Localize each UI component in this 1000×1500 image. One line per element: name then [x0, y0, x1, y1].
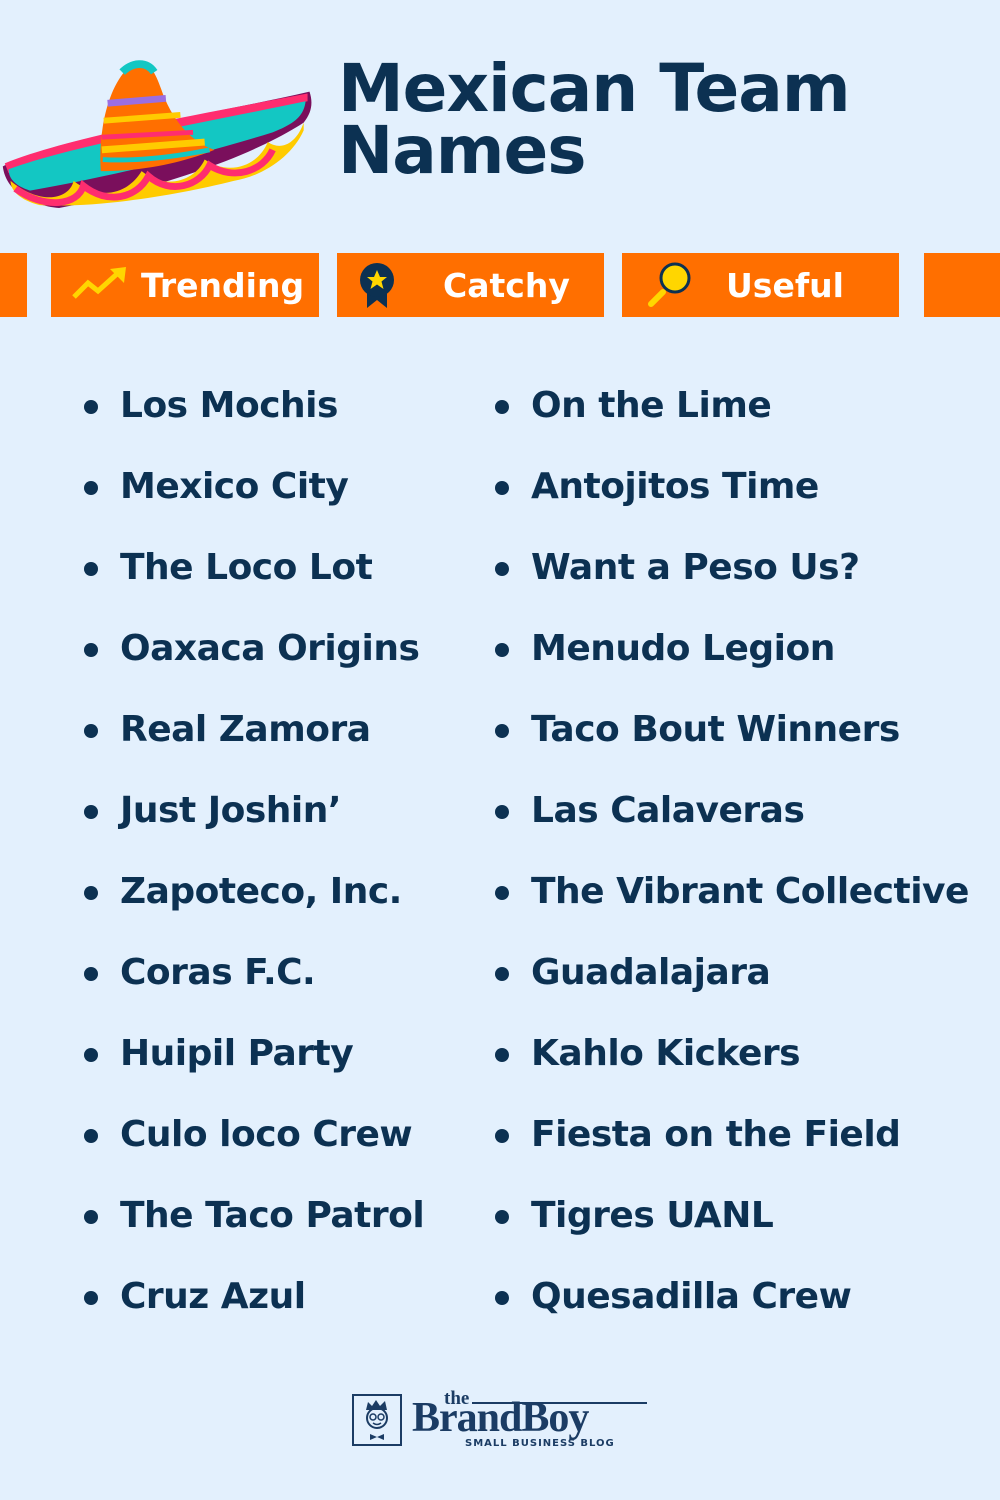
team-name: Real Zamora: [120, 709, 371, 750]
tag-catchy[interactable]: Catchy: [337, 253, 604, 317]
team-name: Los Mochis: [120, 385, 338, 426]
team-name: Guadalajara: [531, 952, 771, 993]
list-item: Los Mochis: [84, 380, 424, 461]
team-name: Kahlo Kickers: [531, 1033, 801, 1074]
list-item: Culo loco Crew: [84, 1109, 424, 1190]
tag-label: Useful: [726, 265, 844, 305]
list-item: The Vibrant Collective: [495, 866, 969, 947]
list-item: Menudo Legion: [495, 623, 969, 704]
list-item: Guadalajara: [495, 947, 969, 1028]
bullet: [84, 643, 98, 657]
list-item: Want a Peso Us?: [495, 542, 969, 623]
bullet: [84, 1129, 98, 1143]
team-name: Huipil Party: [120, 1033, 354, 1074]
bullet: [84, 562, 98, 576]
list-item: The Loco Lot: [84, 542, 424, 623]
bullet: [84, 805, 98, 819]
team-name: Culo loco Crew: [120, 1114, 413, 1155]
logo-tagline: SMALL BUSINESS BLOG: [465, 1438, 615, 1449]
bullet: [84, 967, 98, 981]
list-item: Oaxaca Origins: [84, 623, 424, 704]
tag-label: Catchy: [443, 265, 570, 305]
list-item: Real Zamora: [84, 704, 424, 785]
team-name: Coras F.C.: [120, 952, 316, 993]
list-item: Zapoteco, Inc.: [84, 866, 424, 947]
tag-stub-right: [924, 253, 1000, 317]
bullet: [495, 805, 509, 819]
list-item: Tigres UANL: [495, 1190, 969, 1271]
bullet: [84, 1210, 98, 1224]
team-name: Oaxaca Origins: [120, 628, 420, 669]
team-name: Quesadilla Crew: [531, 1276, 852, 1317]
team-name: Las Calaveras: [531, 790, 805, 831]
award-ribbon-icon: [347, 260, 407, 310]
tag-useful[interactable]: Useful: [622, 253, 899, 317]
team-name: Taco Bout Winners: [531, 709, 900, 750]
team-name: Want a Peso Us?: [531, 547, 860, 588]
bullet: [495, 886, 509, 900]
team-name: Cruz Azul: [120, 1276, 306, 1317]
names-list-right: On the Lime Antojitos Time Want a Peso U…: [495, 380, 969, 1352]
team-name: Antojitos Time: [531, 466, 819, 507]
list-item: Cruz Azul: [84, 1271, 424, 1352]
list-item: Taco Bout Winners: [495, 704, 969, 785]
brandboy-logo[interactable]: the BrandBoy SMALL BUSINESS BLOG: [352, 1388, 652, 1452]
sombrero-illustration: [2, 60, 312, 209]
list-item: Coras F.C.: [84, 947, 424, 1028]
bullet: [495, 400, 509, 414]
list-item: Kahlo Kickers: [495, 1028, 969, 1109]
title-line-2: Names: [338, 112, 587, 189]
bullet: [84, 724, 98, 738]
logo-brand-text: BrandBoy: [412, 1395, 589, 1441]
bullet: [495, 1210, 509, 1224]
bullet: [495, 481, 509, 495]
team-name: Mexico City: [120, 466, 349, 507]
bullet: [495, 1129, 509, 1143]
logo-mascot-icon: [352, 1394, 402, 1446]
team-name: The Taco Patrol: [120, 1195, 425, 1236]
list-item: Las Calaveras: [495, 785, 969, 866]
team-name: Just Joshin’: [120, 790, 342, 831]
bullet: [84, 1291, 98, 1305]
list-item: Antojitos Time: [495, 461, 969, 542]
trending-up-icon: [69, 260, 129, 310]
list-item: Just Joshin’: [84, 785, 424, 866]
bullet: [495, 967, 509, 981]
team-name: Menudo Legion: [531, 628, 835, 669]
tag-stub-left: [0, 253, 27, 317]
list-item: Quesadilla Crew: [495, 1271, 969, 1352]
team-name: The Loco Lot: [120, 547, 373, 588]
team-name: On the Lime: [531, 385, 772, 426]
list-item: Mexico City: [84, 461, 424, 542]
bullet: [495, 1048, 509, 1062]
bullet: [495, 643, 509, 657]
bullet: [84, 1048, 98, 1062]
team-name: Zapoteco, Inc.: [120, 871, 402, 912]
bullet: [84, 400, 98, 414]
bullet: [84, 481, 98, 495]
bullet: [495, 562, 509, 576]
team-name: Fiesta on the Field: [531, 1114, 901, 1155]
magnifier-icon: [640, 260, 700, 310]
list-item: Fiesta on the Field: [495, 1109, 969, 1190]
tag-row: Trending Catchy Useful: [0, 253, 1000, 318]
tag-label: Trending: [141, 265, 305, 305]
tag-trending[interactable]: Trending: [51, 253, 319, 317]
team-name: Tigres UANL: [531, 1195, 774, 1236]
list-item: Huipil Party: [84, 1028, 424, 1109]
bullet: [495, 724, 509, 738]
list-item: On the Lime: [495, 380, 969, 461]
team-name: The Vibrant Collective: [531, 871, 969, 912]
names-list-left: Los Mochis Mexico City The Loco Lot Oaxa…: [84, 380, 425, 1352]
list-item: The Taco Patrol: [84, 1190, 425, 1271]
bullet: [84, 886, 98, 900]
page-title: Mexican Team Names: [338, 56, 978, 184]
bullet: [495, 1291, 509, 1305]
